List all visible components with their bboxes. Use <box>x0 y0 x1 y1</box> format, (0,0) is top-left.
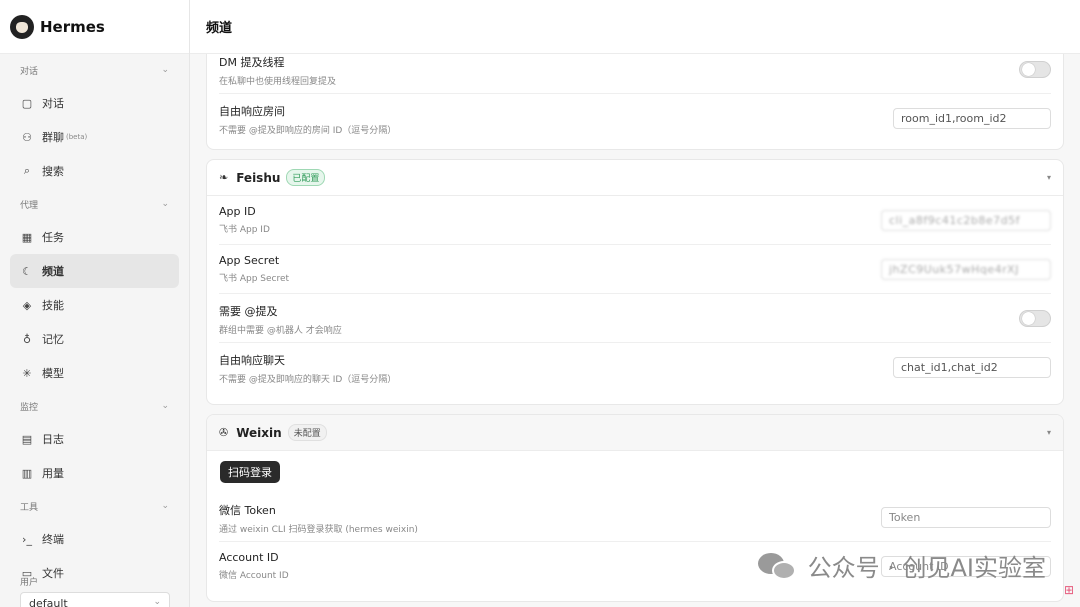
document-icon: ▤ <box>21 432 33 446</box>
caret-icon[interactable]: ▾ <box>1047 173 1051 182</box>
calendar-icon: ▦ <box>21 230 33 244</box>
app-name: Hermes <box>40 17 105 36</box>
section-label-monitor[interactable]: 监控 ⌄ <box>0 390 189 422</box>
dm-thread-toggle[interactable] <box>1019 61 1051 78</box>
section-label-text: 代理 <box>20 200 39 211</box>
moon-icon: ☾ <box>22 264 32 278</box>
sidebar-item-skills[interactable]: ◈ 技能 <box>10 288 179 322</box>
sidebar-item-label: 频道 <box>42 265 64 278</box>
chevron-down-icon: ⌄ <box>161 65 169 75</box>
channel-name: Feishu <box>236 170 281 185</box>
chevron-down-icon: ⌄ <box>161 199 169 209</box>
sidebar-item-label: 终端 <box>42 533 64 546</box>
chevron-down-icon: ⌄ <box>153 597 161 607</box>
group-icon: ⚇ <box>22 130 32 144</box>
sidebar-item-label: 用量 <box>42 467 64 480</box>
watermark: 公众号 · 创见AI实验室 <box>757 548 1046 583</box>
user-select[interactable]: default ⌄ <box>20 592 170 607</box>
setting-row-free-chats: 自由响应聊天 不需要 @提及即响应的聊天 ID（逗号分隔） chat_id1,c… <box>219 343 1051 392</box>
sidebar-item-label: 文件 <box>42 567 64 580</box>
sidebar-item-chat[interactable]: ▢ 对话 <box>10 86 179 120</box>
app-secret-input[interactable]: jhZC9Uuk57wHqe4rXJ <box>881 259 1051 280</box>
chevron-down-icon: ⌄ <box>161 501 169 511</box>
sidebar-item-label: 技能 <box>42 299 64 312</box>
chevron-down-icon: ⌄ <box>161 401 169 411</box>
setting-row-app-secret: App Secret 飞书 App Secret jhZC9Uuk57wHqe4… <box>219 245 1051 294</box>
sidebar-item-memory[interactable]: ♁ 记忆 <box>10 322 179 356</box>
sidebar-item-label: 搜索 <box>42 165 64 178</box>
status-badge: 未配置 <box>287 424 327 441</box>
weixin-token-input[interactable]: Token <box>881 507 1051 528</box>
setting-row-free-rooms: 自由响应房间 不需要 @提及即响应的房间 ID（逗号分隔） room_id1,r… <box>219 94 1051 143</box>
app-id-input[interactable]: cli_a8f9c41c2b8e7d5f <box>881 210 1051 231</box>
setting-row-app-id: App ID 飞书 App ID cli_a8f9c41c2b8e7d5f <box>219 196 1051 245</box>
section-label-tools[interactable]: 工具 ⌄ <box>0 490 189 522</box>
wechat-icon: ✇ <box>219 426 229 439</box>
status-badge: 已配置 <box>286 169 326 186</box>
sidebar-item-group-chat[interactable]: ⚇ 群聊 (beta) <box>10 120 179 154</box>
section-label-text: 对话 <box>20 66 39 77</box>
setting-description: 群组中需要 @机器人 才会响应 <box>219 326 342 336</box>
section-label-chat[interactable]: 对话 ⌄ <box>0 54 189 86</box>
feishu-card-header[interactable]: ❧ Feishu 已配置 ▾ <box>207 160 1063 196</box>
user-label: 用户 <box>20 578 39 588</box>
require-mention-toggle[interactable] <box>1019 310 1051 327</box>
main-content: 频道 DM 提及线程 在私聊中也使用线程回复提及 自由响应房间 不需要 @提及即… <box>190 0 1080 607</box>
feishu-icon: ❧ <box>219 171 229 184</box>
sidebar-item-logs[interactable]: ▤ 日志 <box>10 422 179 456</box>
bulb-icon: ♁ <box>22 332 32 346</box>
grid-add-icon[interactable]: ⊞ <box>1064 583 1074 597</box>
sidebar-item-label: 记忆 <box>42 333 64 346</box>
wechat-watermark-icon <box>757 551 798 581</box>
watermark-text: 公众号 · 创见AI实验室 <box>807 554 1046 582</box>
sidebar-item-tasks[interactable]: ▦ 任务 <box>10 220 179 254</box>
section-label-agent[interactable]: 代理 ⌄ <box>0 188 189 220</box>
sidebar-item-label: 对话 <box>42 97 64 110</box>
setting-row-require-mention: 需要 @提及 群组中需要 @机器人 才会响应 <box>219 294 1051 343</box>
beta-tag: (beta) <box>66 133 88 141</box>
bar-chart-icon: ▥ <box>21 466 33 480</box>
terminal-icon: ›_ <box>22 532 32 546</box>
channel-name: Weixin <box>236 425 282 440</box>
setting-label: DM 提及线程 <box>219 56 285 69</box>
weixin-card-header[interactable]: ✇ Weixin 未配置 ▾ <box>207 415 1063 451</box>
sun-icon: ✳ <box>22 366 32 380</box>
scan-login-button[interactable]: 扫码登录 <box>220 461 280 483</box>
brand[interactable]: Hermes <box>0 0 189 54</box>
page-title: 频道 <box>190 0 1080 54</box>
search-icon: ⌕ <box>23 164 31 177</box>
caret-icon[interactable]: ▾ <box>1047 428 1051 437</box>
sidebar-item-label: 任务 <box>42 231 64 244</box>
setting-description: 在私聊中也使用线程回复提及 <box>219 77 337 87</box>
section-label-text: 监控 <box>20 402 39 413</box>
sidebar-item-terminal[interactable]: ›_ 终端 <box>10 522 179 556</box>
setting-label: 需要 @提及 <box>219 305 278 318</box>
sidebar-item-channels[interactable]: ☾ 频道 <box>10 254 179 288</box>
hermes-logo-icon <box>10 14 34 39</box>
sidebar-item-models[interactable]: ✳ 模型 <box>10 356 179 390</box>
sidebar-item-label: 日志 <box>42 433 64 446</box>
free-chats-input[interactable]: chat_id1,chat_id2 <box>893 357 1051 378</box>
sidebar: Hermes 对话 ⌄ ▢ 对话 ⚇ 群聊 (beta) ⌕ 搜索 代理 ⌄ ▦ 任务 ☾ 频道… <box>0 0 190 607</box>
free-rooms-input[interactable]: room_id1,room_id2 <box>893 108 1051 129</box>
channel-card-feishu: ❧ Feishu 已配置 ▾ App ID 飞书 App ID cli_a8f9… <box>206 159 1064 405</box>
sidebar-item-label: 模型 <box>42 367 64 380</box>
chat-icon: ▢ <box>21 96 33 110</box>
sidebar-item-search[interactable]: ⌕ 搜索 <box>10 154 179 188</box>
section-label-text: 工具 <box>20 502 39 513</box>
layers-icon: ◈ <box>22 298 32 312</box>
user-select-value: default <box>29 597 68 607</box>
sidebar-item-usage[interactable]: ▥ 用量 <box>10 456 179 490</box>
sidebar-item-label: 群聊 <box>42 131 64 144</box>
setting-row-weixin-token: 微信 Token 通过 weixin CLI 扫码登录获取 (hermes we… <box>219 493 1051 542</box>
